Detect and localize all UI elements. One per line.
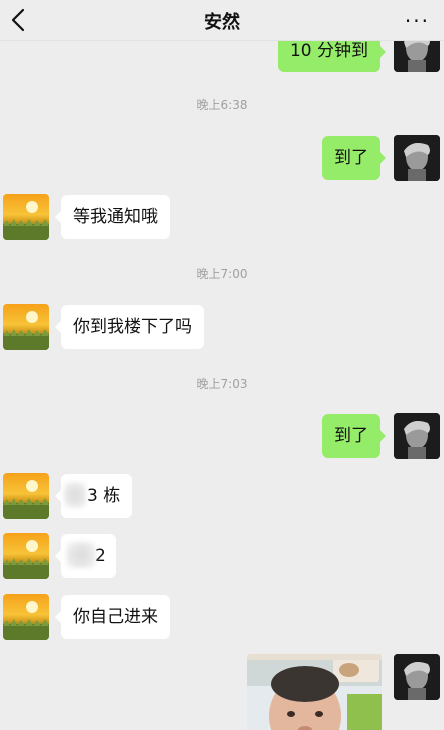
message-bubble-sent[interactable]: 到了 [322,414,386,458]
timestamp: 晚上6:38 [196,98,248,112]
photo-thumbnail [247,654,382,730]
message-bubble-received[interactable]: 等我通知哦 [55,195,170,239]
my-avatar[interactable] [394,413,440,459]
sunset-icon [3,480,49,519]
more-dots-icon[interactable]: ··· [405,9,430,33]
my-avatar[interactable] [394,654,440,700]
redaction-blur [66,542,96,568]
chat-screen: 10 分钟到 晚上6:38 到了 等我通知哦 晚上7:00 你到我楼下了吗 晚上… [0,0,444,730]
contact-avatar[interactable] [3,304,49,350]
sunset-icon [3,201,49,240]
portrait-icon [394,654,440,700]
chat-title: 安然 [204,12,240,33]
contact-avatar[interactable] [3,473,49,519]
message-bubble-received[interactable]: 你自己进来 [55,595,170,639]
timestamp: 晚上7:03 [196,377,248,391]
timestamp: 晚上7:00 [196,267,248,281]
contact-avatar[interactable] [3,194,49,240]
my-avatar[interactable] [394,135,440,181]
contact-avatar[interactable] [3,533,49,579]
message-bubble-sent[interactable]: 到了 [322,136,386,180]
sunset-icon [3,540,49,579]
portrait-icon [394,135,440,181]
sunset-icon [3,311,49,350]
sunset-icon [3,601,49,640]
chat-header: 安然 ··· [0,0,444,41]
portrait-icon [394,413,440,459]
image-message[interactable] [247,654,382,730]
message-bubble-received[interactable]: 你到我楼下了吗 [55,305,204,349]
contact-avatar[interactable] [3,594,49,640]
redaction-blur [64,482,86,508]
